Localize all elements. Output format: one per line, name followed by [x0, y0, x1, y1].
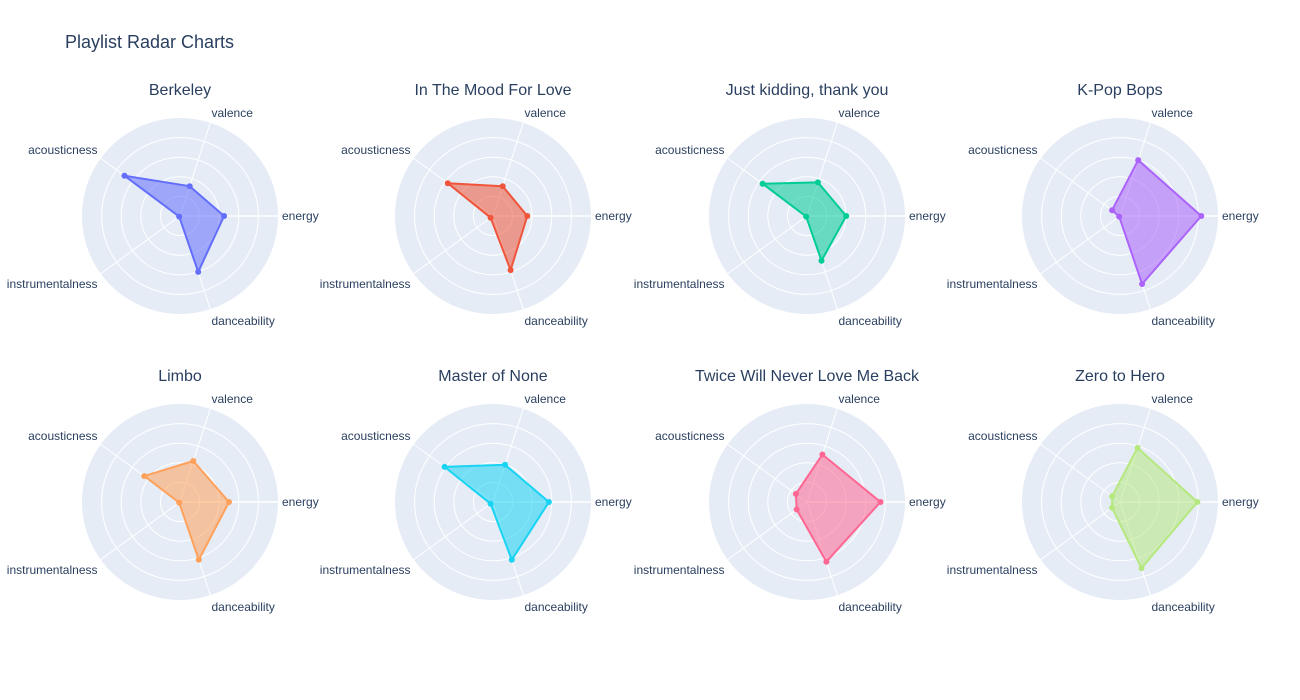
- axis-label-acousticness: acousticness: [28, 429, 97, 443]
- data-point-energy: [226, 499, 232, 505]
- subplot-title: Master of None: [438, 368, 547, 385]
- axis-label-valence: valence: [1152, 392, 1194, 406]
- axis-label-danceability: danceability: [1152, 600, 1215, 614]
- data-point-danceability: [1138, 565, 1145, 572]
- axis-label-instrumentalness: instrumentalness: [947, 563, 1038, 577]
- axis-label-valence: valence: [212, 106, 254, 120]
- axis-label-energy: energy: [909, 495, 946, 509]
- axis-label-instrumentalness: instrumentalness: [320, 277, 411, 291]
- data-point-danceability: [508, 556, 515, 563]
- axis-label-energy: energy: [1222, 209, 1259, 223]
- data-point-valence: [190, 458, 197, 464]
- data-point-valence: [186, 183, 193, 190]
- data-point-energy: [545, 499, 552, 505]
- data-point-instrumentalness: [1116, 213, 1123, 220]
- axis-label-instrumentalness: instrumentalness: [634, 277, 725, 291]
- subplot-title: Berkeley: [149, 82, 211, 99]
- axis-label-acousticness: acousticness: [655, 143, 724, 157]
- axis-label-acousticness: acousticness: [968, 143, 1037, 157]
- radar-chart-twice-will-never-love-me-back: energy valence acousticness instrumentalnes…: [634, 368, 946, 614]
- data-point-acousticness: [441, 463, 448, 470]
- radar-chart-berkeley: energy valence acousticness instrumentalnes…: [7, 82, 319, 328]
- data-point-valence: [502, 461, 509, 468]
- data-point-instrumentalness: [487, 214, 494, 221]
- data-point-energy: [1194, 499, 1201, 505]
- data-point-energy: [877, 499, 884, 505]
- data-point-danceability: [507, 267, 514, 274]
- data-point-instrumentalness: [793, 506, 800, 513]
- data-point-danceability: [195, 556, 202, 563]
- data-point-energy: [1198, 213, 1205, 219]
- subplot-title: Zero to Hero: [1075, 368, 1165, 385]
- data-point-valence: [819, 451, 826, 458]
- data-point-acousticness: [759, 180, 766, 187]
- data-point-valence: [1135, 157, 1142, 164]
- axis-label-instrumentalness: instrumentalness: [947, 277, 1038, 291]
- axis-label-acousticness: acousticness: [968, 429, 1037, 443]
- axis-label-energy: energy: [595, 209, 632, 223]
- axis-label-acousticness: acousticness: [341, 429, 410, 443]
- axis-label-valence: valence: [839, 392, 881, 406]
- axis-label-instrumentalness: instrumentalness: [320, 563, 411, 577]
- data-point-danceability: [195, 268, 202, 275]
- axis-label-danceability: danceability: [212, 314, 275, 328]
- axis-label-instrumentalness: instrumentalness: [7, 277, 98, 291]
- data-point-energy: [843, 213, 850, 219]
- data-point-valence: [1134, 444, 1141, 451]
- data-point-instrumentalness: [487, 500, 494, 507]
- axis-label-valence: valence: [525, 106, 567, 120]
- data-point-danceability: [818, 257, 825, 264]
- axis-label-energy: energy: [595, 495, 632, 509]
- data-point-instrumentalness: [176, 213, 183, 220]
- axis-label-valence: valence: [1152, 106, 1194, 120]
- radar-chart-master-of-none: energy valence acousticness instrumentalnes…: [320, 368, 632, 614]
- axis-label-valence: valence: [839, 106, 881, 120]
- data-point-instrumentalness: [1109, 504, 1116, 511]
- axis-label-energy: energy: [282, 209, 319, 223]
- data-point-energy: [221, 213, 228, 219]
- radar-chart-just-kidding-thank-you: energy valence acousticness instrumentalnes…: [634, 82, 946, 328]
- data-point-danceability: [1139, 281, 1146, 287]
- subplot-title: Twice Will Never Love Me Back: [695, 368, 920, 385]
- subplot-title: In The Mood For Love: [414, 82, 571, 99]
- axis-label-danceability: danceability: [839, 600, 902, 614]
- data-point-valence: [499, 183, 506, 190]
- subplot-title: K-Pop Bops: [1077, 82, 1162, 99]
- axis-label-energy: energy: [909, 209, 946, 223]
- data-point-danceability: [823, 558, 830, 565]
- data-point-instrumentalness: [803, 213, 810, 220]
- axis-label-danceability: danceability: [212, 600, 275, 614]
- radar-chart-in-the-mood-for-love: energy valence acousticness instrumentalnes…: [320, 82, 632, 328]
- data-point-acousticness: [444, 180, 451, 187]
- axis-label-valence: valence: [212, 392, 254, 406]
- axis-label-instrumentalness: instrumentalness: [634, 563, 725, 577]
- axis-label-acousticness: acousticness: [341, 143, 410, 157]
- axis-label-valence: valence: [525, 392, 567, 406]
- data-point-valence: [814, 179, 821, 186]
- axis-label-danceability: danceability: [839, 314, 902, 328]
- subplot-title: Just kidding, thank you: [726, 82, 889, 99]
- axis-label-danceability: danceability: [525, 600, 588, 614]
- radar-chart-zero-to-hero: energy valence acousticness instrumentalnes…: [947, 368, 1259, 614]
- axis-label-instrumentalness: instrumentalness: [7, 563, 98, 577]
- data-point-acousticness: [1109, 207, 1116, 214]
- axis-label-energy: energy: [282, 495, 319, 509]
- data-point-acousticness: [121, 172, 128, 179]
- axis-label-acousticness: acousticness: [655, 429, 724, 443]
- axis-label-danceability: danceability: [525, 314, 588, 328]
- axis-label-energy: energy: [1222, 495, 1259, 509]
- subplot-title: Limbo: [158, 368, 202, 385]
- data-point-acousticness: [792, 490, 799, 497]
- data-point-acousticness: [141, 473, 148, 480]
- data-point-instrumentalness: [176, 499, 183, 506]
- data-point-acousticness: [1109, 493, 1116, 500]
- data-point-energy: [524, 213, 531, 219]
- axis-label-danceability: danceability: [1152, 314, 1215, 328]
- radar-charts: energy valence acousticness instrumentalnes…: [7, 82, 1259, 614]
- axis-label-acousticness: acousticness: [28, 143, 97, 157]
- radar-chart-limbo: energy valence acousticness instrumentalnes…: [7, 368, 319, 614]
- radar-chart-k-pop-bops: energy valence acousticness instrumentalnes…: [947, 82, 1259, 328]
